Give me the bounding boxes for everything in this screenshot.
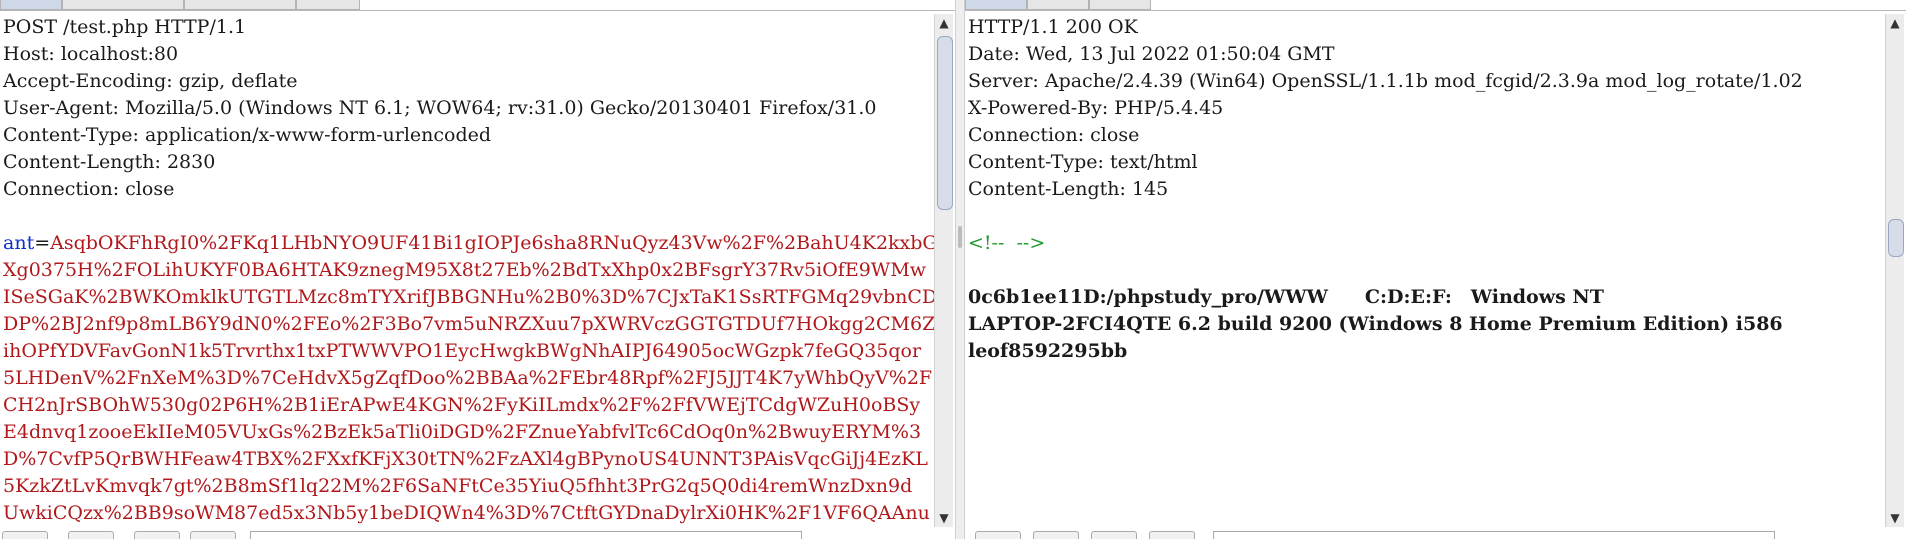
request-body-line: E4dnvq1zooeEkIIeM05VUxGs%2BzEk5aTli0iDGD… [3,421,922,443]
response-vertical-scrollbar[interactable]: ▲ ▼ [1885,14,1904,527]
request-header-line: Connection: close [3,178,175,200]
response-editor[interactable]: HTTP/1.1 200 OK Date: Wed, 13 Jul 2022 0… [965,14,1886,527]
request-header-line: Host: localhost:80 [3,43,179,65]
response-body-line: 0c6b1ee11D:/phpstudy_pro/WWW C:D:E:F: Wi… [968,286,1604,308]
response-scroll-thumb[interactable] [1888,219,1904,257]
scroll-down-arrow-icon[interactable]: ▼ [935,509,953,527]
request-vertical-scrollbar[interactable]: ▲ ▼ [934,14,953,527]
response-settings-button[interactable] [1033,531,1079,539]
response-help-button[interactable] [975,531,1021,539]
request-body-line: 5KzkZtLvKmvqk7gt%2B8mSf1lq22M%2F6SaNFtCe… [3,475,913,497]
request-body-line: CH2nJrSBOhW530g02P6H%2B1iErAPwE4KGN%2FyK… [3,394,921,416]
request-body-line: ihOPfYDVFavGonN1k5Trvrthx1txPTWWVPO1EycH… [3,340,922,362]
request-settings-button[interactable] [68,531,114,539]
request-body-line: ant=AsqbOKFhRgI0%2FKq1LHbNYO9UF41Bi1gIOP… [3,230,935,257]
request-editor[interactable]: POST /test.php HTTP/1.1 Host: localhost:… [0,14,935,527]
response-header-line: Date: Wed, 13 Jul 2022 01:50:04 GMT [968,43,1335,65]
request-search-input[interactable] [250,531,802,539]
scroll-down-arrow-icon[interactable]: ▼ [1886,509,1904,527]
body-param-value: AsqbOKFhRgI0%2FKq1LHbNYO9UF41Bi1gIOPJe6s… [50,232,935,254]
request-tab-params[interactable] [62,0,184,10]
request-header-line: Content-Type: application/x-www-form-url… [3,124,492,146]
request-header-line: Accept-Encoding: gzip, deflate [3,70,298,92]
response-header-line: Server: Apache/2.4.39 (Win64) OpenSSL/1.… [968,70,1803,92]
request-tab-raw[interactable] [0,0,62,10]
scroll-up-arrow-icon[interactable]: ▲ [935,14,953,32]
splitter-grip[interactable] [958,226,962,248]
request-scroll-thumb[interactable] [937,36,953,210]
response-tab-raw[interactable] [965,0,1027,10]
body-param-equals: = [34,232,51,254]
request-pane: POST /test.php HTTP/1.1 Host: localhost:… [0,0,955,539]
request-body-line: D%7CvfP5QrBWHFeaw4TBX%2FXxfKFjX30tTN%2Fz… [3,448,928,470]
response-forward-button[interactable] [1149,531,1195,539]
request-body-line: ISeSGaK%2BWKOmklkUTGTLMzc8mTYXrifJBBGNHu… [3,286,935,308]
response-header-line: Connection: close [968,124,1140,146]
scroll-up-arrow-icon[interactable]: ▲ [1886,14,1904,32]
request-forward-button[interactable] [190,531,236,539]
response-pane: HTTP/1.1 200 OK Date: Wed, 13 Jul 2022 0… [965,0,1906,539]
response-tabstrip [965,0,1906,11]
request-tab-headers[interactable] [184,0,296,10]
response-tab-hex[interactable] [1089,0,1151,10]
request-body-line: DP%2BJ2nf9p8mLB6Y9dN0%2FEo%2F3Bo7vm5uNRZ… [3,313,935,335]
response-search-input[interactable] [1213,531,1775,539]
body-param-name: ant [3,232,35,254]
http-message-viewer: POST /test.php HTTP/1.1 Host: localhost:… [0,0,1906,539]
response-header-line: Content-Length: 145 [968,178,1169,200]
request-header-line: User-Agent: Mozilla/5.0 (Windows NT 6.1;… [3,97,877,119]
request-bottom-toolbar [0,527,955,539]
request-help-button[interactable] [2,531,48,539]
request-body-line: UwkiCQzx%2BB9soWM87ed5x3Nb5y1beDIQWn4%3D… [3,502,930,524]
response-tab-headers[interactable] [1027,0,1089,10]
pane-splitter[interactable] [955,0,965,539]
request-body-line: Xg0375H%2FOLihUKYF0BA6HTAK9znegM95X8t27E… [3,259,927,281]
response-header-line: X-Powered-By: PHP/5.4.45 [968,97,1224,119]
response-body-line: LAPTOP-2FCI4QTE 6.2 build 9200 (Windows … [968,313,1783,335]
request-body-line: 5LHDenV%2FnXeM%3D%7CeHdvX5gZqfDoo%2BBAa%… [3,367,933,389]
request-tab-hex[interactable] [296,0,360,10]
response-body-line: leof8592295bb [968,340,1128,362]
request-tabstrip [0,0,955,11]
request-header-line: Content-Length: 2830 [3,151,216,173]
response-back-button[interactable] [1091,531,1137,539]
response-bottom-toolbar [965,527,1906,539]
html-comment: <!-- --> [968,232,1046,254]
request-header-line: POST /test.php HTTP/1.1 [3,16,247,38]
response-header-line: Content-Type: text/html [968,151,1198,173]
request-back-button[interactable] [134,531,180,539]
response-header-line: HTTP/1.1 200 OK [968,16,1138,38]
